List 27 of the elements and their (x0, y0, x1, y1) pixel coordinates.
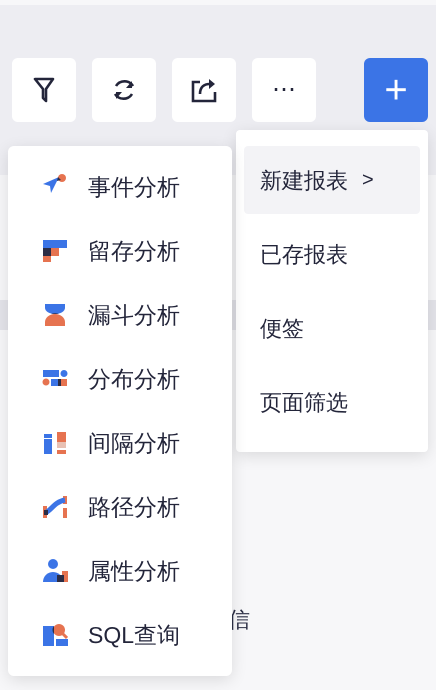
menu-label: 已存报表 (260, 240, 348, 268)
report-type-icon (42, 494, 68, 520)
add-button[interactable]: + (364, 58, 428, 122)
submenu-item[interactable]: 漏斗分析 (8, 283, 232, 347)
report-type-icon (42, 558, 68, 584)
share-button[interactable] (172, 58, 236, 122)
menu-label: 新建报表 (260, 166, 348, 194)
more-button[interactable]: ⋯ (252, 58, 316, 122)
filter-button[interactable] (12, 58, 76, 122)
report-type-icon (42, 430, 68, 456)
submenu-item[interactable]: 留存分析 (8, 219, 232, 283)
report-type-icon (42, 238, 68, 264)
menu-item[interactable]: 新建报表 > (244, 146, 420, 214)
menu-label: 便签 (260, 314, 304, 342)
submenu-item[interactable]: 间隔分析 (8, 411, 232, 475)
filter-icon (33, 77, 55, 103)
submenu-item[interactable]: 事件分析 (8, 155, 232, 219)
menu-label: 页面筛选 (260, 388, 348, 416)
submenu-item[interactable]: 属性分析 (8, 539, 232, 603)
refresh-button[interactable] (92, 58, 156, 122)
share-icon (190, 76, 218, 104)
report-type-icon (42, 622, 68, 648)
chevron-icon: > (362, 165, 374, 195)
submenu-item[interactable]: 分布分析 (8, 347, 232, 411)
report-type-icon (42, 302, 68, 328)
submenu-item[interactable]: SQL查询 (8, 603, 232, 667)
submenu-item[interactable]: 路径分析 (8, 475, 232, 539)
